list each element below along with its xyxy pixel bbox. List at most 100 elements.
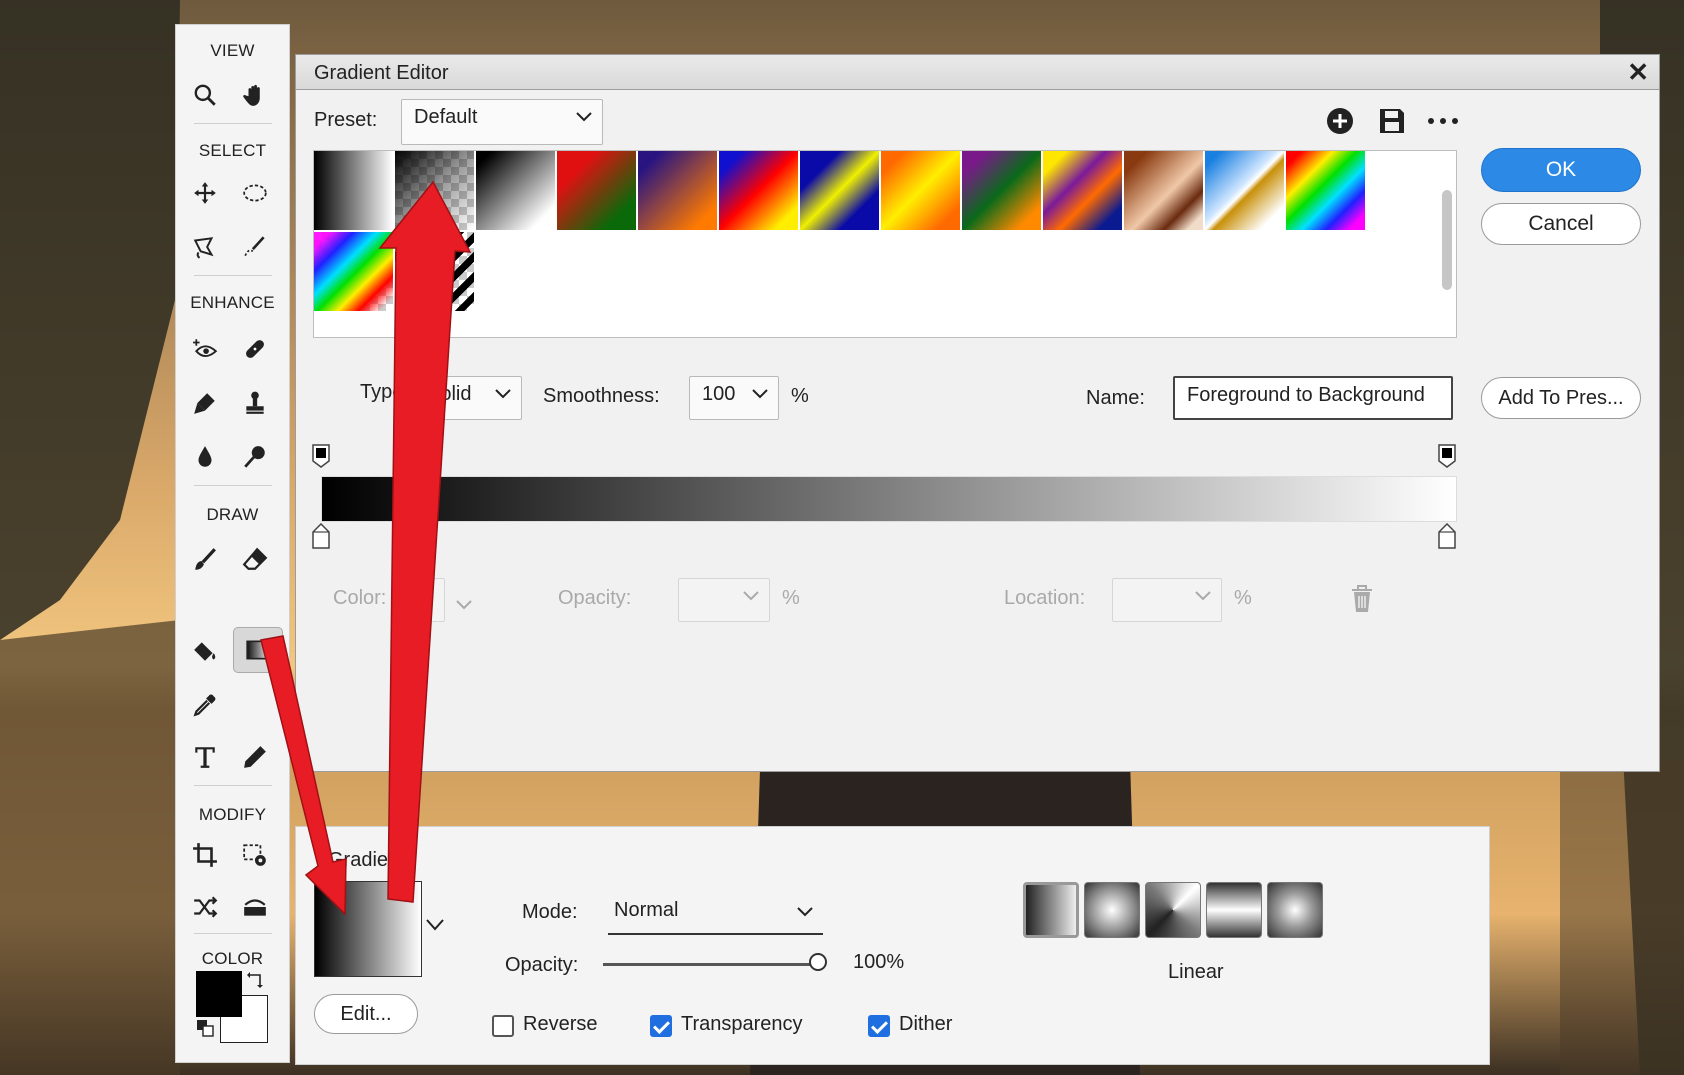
gradient-preview-bar[interactable] — [321, 476, 1457, 522]
mode-value: Normal — [614, 899, 679, 921]
smoothness-dropdown[interactable]: 100 — [689, 376, 779, 420]
clone-stamp-tool[interactable] — [239, 387, 271, 419]
mode-dropdown[interactable]: Normal — [608, 887, 823, 935]
preset-swatch-chrome[interactable] — [1205, 151, 1284, 230]
recompose-tool[interactable] — [239, 839, 271, 871]
swap-colors-icon[interactable] — [246, 971, 266, 991]
ok-button[interactable]: OK — [1481, 148, 1641, 192]
lasso-icon — [193, 237, 214, 259]
preset-dropdown[interactable]: Default — [401, 99, 603, 145]
transparency-checkbox[interactable] — [650, 1015, 672, 1037]
preset-swatch-yellow-violet-orange-blue[interactable] — [1043, 151, 1122, 230]
type-dropdown[interactable]: Solid — [414, 376, 522, 420]
color-stop-right[interactable] — [1438, 523, 1456, 549]
color-swatch-disabled — [393, 578, 445, 622]
color-stop-left[interactable] — [312, 523, 330, 549]
preset-swatch-transparent-stripes[interactable] — [395, 232, 474, 311]
color-label: Color: — [333, 587, 387, 609]
smoothness-label: Smoothness: — [543, 385, 660, 407]
reflected-gradient-button[interactable] — [1206, 882, 1262, 938]
hand-icon — [243, 84, 260, 106]
pencil-tool[interactable] — [239, 741, 271, 773]
chevron-down-icon — [495, 389, 511, 399]
preset-swatch-orange-yellow-orange[interactable] — [881, 151, 960, 230]
radial-gradient-button[interactable] — [1084, 882, 1140, 938]
preset-swatch-copper[interactable] — [1124, 151, 1203, 230]
reverse-label: Reverse — [523, 1013, 598, 1035]
recompose-icon — [243, 844, 266, 866]
chevron-down-icon[interactable] — [426, 919, 444, 931]
more-options-icon[interactable] — [1426, 107, 1460, 135]
section-draw-label: DRAW — [206, 505, 259, 524]
opacity-dropdown-disabled — [678, 578, 770, 622]
preset-swatch-grid — [313, 150, 1457, 338]
tool-panel: VIEW SELECT ENHANCE DRAW MODIFY COLOR — [175, 24, 290, 1063]
preset-swatch-transparent-rainbow[interactable] — [314, 232, 393, 311]
preset-label: Preset: — [314, 109, 378, 131]
opacity-stop-right[interactable] — [1438, 444, 1456, 468]
type-tool[interactable] — [189, 741, 221, 773]
cancel-button[interactable]: Cancel — [1481, 203, 1641, 245]
preset-swatch-fg-to-transparent[interactable] — [395, 151, 474, 230]
preset-swatch-red-green[interactable] — [557, 151, 636, 230]
eraser-icon — [242, 547, 268, 570]
preset-swatch-violet-green-orange[interactable] — [962, 151, 1041, 230]
smoothness-percent: % — [791, 385, 809, 407]
preset-swatch-blue-yellow-blue[interactable] — [800, 151, 879, 230]
content-aware-move-tool[interactable] — [189, 891, 221, 923]
opacity-slider-track[interactable] — [603, 963, 813, 966]
smart-brush-tool[interactable] — [189, 387, 221, 419]
default-colors-icon[interactable] — [196, 1019, 216, 1039]
preset-swatch-black-white[interactable] — [476, 151, 555, 230]
tool-options-bar: Gradient Edit... Mode: Normal Opacity: 1… — [295, 826, 1490, 1065]
paint-bucket-tool[interactable] — [189, 635, 221, 667]
move-tool[interactable] — [189, 177, 221, 209]
straighten-icon — [244, 899, 266, 916]
diamond-gradient-button[interactable] — [1267, 882, 1323, 938]
quick-selection-tool[interactable] — [239, 231, 271, 263]
foreground-color-swatch[interactable] — [196, 971, 242, 1017]
straighten-tool[interactable] — [239, 891, 271, 923]
preset-swatch-spectrum[interactable] — [1286, 151, 1365, 230]
type-icon — [195, 747, 215, 768]
sponge-tool[interactable] — [239, 441, 271, 473]
preset-swatch-fg-to-bg[interactable] — [314, 151, 393, 230]
name-input[interactable]: Foreground to Background — [1173, 376, 1453, 420]
edit-gradient-button[interactable]: Edit... — [314, 994, 418, 1034]
gradient-editor-dialog: Gradient Editor ✕ Preset: Default OK Can… — [295, 54, 1660, 772]
red-eye-tool[interactable] — [189, 333, 221, 365]
preset-swatch-violet-orange[interactable] — [638, 151, 717, 230]
move-icon — [194, 182, 216, 204]
preset-swatch-blue-red-yellow[interactable] — [719, 151, 798, 230]
brush-tool[interactable] — [189, 543, 221, 575]
preset-scrollbar-thumb[interactable] — [1442, 190, 1452, 290]
location-label: Location: — [1004, 587, 1086, 609]
eraser-tool[interactable] — [239, 543, 271, 575]
name-value: Foreground to Background — [1187, 384, 1425, 406]
linear-gradient-button[interactable] — [1023, 882, 1079, 938]
reverse-checkbox[interactable] — [492, 1015, 514, 1037]
hand-tool[interactable] — [239, 79, 271, 111]
add-to-preset-button[interactable]: Add To Pres... — [1481, 377, 1641, 419]
gradient-picker-preview[interactable] — [314, 881, 422, 977]
chevron-down-icon — [743, 591, 759, 601]
opacity-percent: % — [782, 587, 800, 609]
section-modify-label: MODIFY — [198, 805, 267, 824]
opacity-stop-left[interactable] — [312, 444, 330, 468]
gradient-tool[interactable] — [233, 627, 283, 673]
angle-gradient-button[interactable] — [1145, 882, 1201, 938]
zoom-tool[interactable] — [189, 79, 221, 111]
marquee-tool[interactable] — [239, 177, 271, 209]
dither-checkbox[interactable] — [868, 1015, 890, 1037]
opacity-label: Opacity: — [558, 587, 632, 609]
crop-tool[interactable] — [189, 839, 221, 871]
blur-tool[interactable] — [189, 441, 221, 473]
add-preset-icon[interactable] — [1326, 107, 1354, 135]
close-icon[interactable]: ✕ — [1627, 57, 1649, 88]
lasso-tool[interactable] — [189, 231, 221, 263]
save-icon[interactable] — [1378, 107, 1406, 135]
opacity-slider-knob[interactable] — [809, 953, 827, 971]
section-select-label: SELECT — [198, 141, 267, 160]
spot-healing-tool[interactable] — [239, 333, 271, 365]
eyedropper-tool[interactable] — [189, 689, 221, 721]
